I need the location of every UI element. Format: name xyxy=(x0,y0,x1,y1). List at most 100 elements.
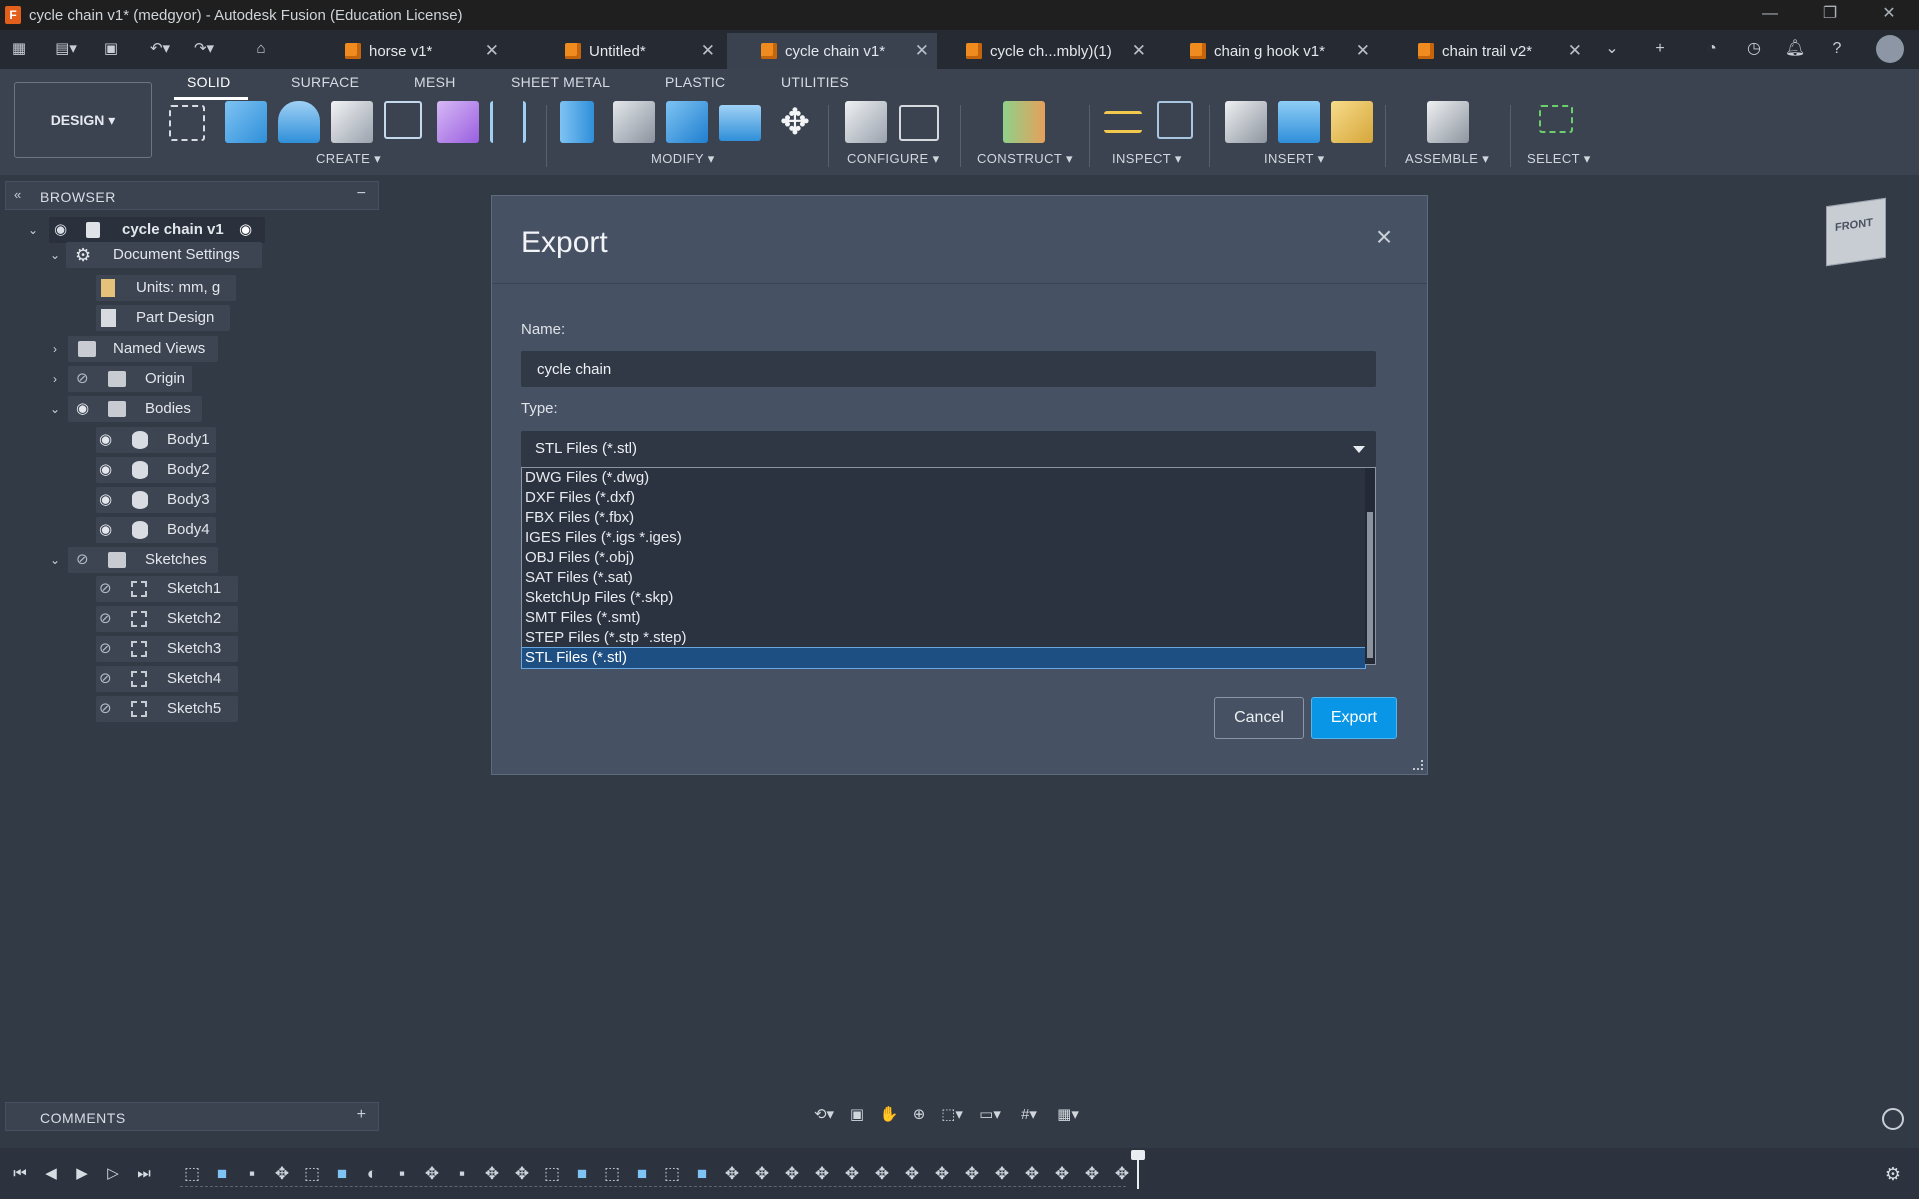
tab-cycle-chain-assembly[interactable]: cycle ch...mbly)(1) ✕ xyxy=(958,33,1154,69)
interference-icon[interactable] xyxy=(1157,101,1193,139)
notifications-icon[interactable]: 🔔︎ xyxy=(1784,38,1806,60)
timeline-move-feature-icon[interactable]: ✥ xyxy=(840,1162,864,1186)
tab-close-icon[interactable]: ✕ xyxy=(1356,41,1370,61)
tree-sketch[interactable]: Sketch2 xyxy=(167,606,221,632)
timeline-extrude-feature-icon[interactable]: ■ xyxy=(630,1162,654,1186)
tree-root-cycle-chain[interactable]: cycle chain v1 xyxy=(122,217,224,243)
minimize-button[interactable]: — xyxy=(1740,0,1800,30)
redo-icon[interactable]: ↷▾ xyxy=(186,38,222,60)
move-copy-icon[interactable]: ✥ xyxy=(774,101,816,143)
tree-sketch[interactable]: Sketch5 xyxy=(167,696,221,722)
tab-close-icon[interactable]: ✕ xyxy=(485,41,499,61)
pattern-icon[interactable] xyxy=(384,101,422,139)
display-mode-icon[interactable] xyxy=(1882,1108,1904,1130)
configuration-table-icon[interactable] xyxy=(899,105,939,141)
select-menu[interactable]: SELECT ▾ xyxy=(1527,151,1591,167)
restore-button[interactable]: ❐ xyxy=(1800,0,1860,30)
timeline-move-feature-icon[interactable]: ✥ xyxy=(810,1162,834,1186)
eye-icon[interactable]: ◉ xyxy=(99,487,112,513)
fillet-icon[interactable] xyxy=(613,101,655,143)
timeline-extrude-feature-icon[interactable]: ■ xyxy=(210,1162,234,1186)
timeline-move-feature-icon[interactable]: ✥ xyxy=(930,1162,954,1186)
chevron-down-icon[interactable]: ⌄ xyxy=(48,402,62,416)
chevron-down-icon[interactable]: ⌄ xyxy=(48,553,62,567)
timeline-move-feature-icon[interactable]: ✥ xyxy=(270,1162,294,1186)
eye-hidden-icon[interactable]: ⊘ xyxy=(99,666,112,692)
tree-sketch[interactable]: Sketch3 xyxy=(167,636,221,662)
fit-icon[interactable]: ⬚▾ xyxy=(937,1106,967,1124)
activate-radio-icon[interactable]: ◉ xyxy=(239,217,252,243)
timeline-point-feature-icon[interactable]: ▪ xyxy=(240,1162,264,1186)
tree-sketches[interactable]: Sketches xyxy=(145,547,207,573)
eye-icon[interactable]: ◉ xyxy=(99,427,112,453)
eye-hidden-icon[interactable]: ⊘ xyxy=(99,606,112,632)
home-icon[interactable]: ⌂ xyxy=(249,38,273,60)
tab-horse[interactable]: horse v1* ✕ xyxy=(337,33,507,69)
press-pull-icon[interactable] xyxy=(560,101,594,143)
export-button[interactable]: Export xyxy=(1311,697,1397,739)
timeline-sketch-feature-icon[interactable]: ⬚ xyxy=(660,1162,684,1186)
job-status-icon[interactable]: ◷ xyxy=(1743,38,1765,60)
close-icon[interactable]: × xyxy=(1371,223,1397,251)
eye-icon[interactable]: ◉ xyxy=(54,217,74,243)
timeline-move-feature-icon[interactable]: ✥ xyxy=(1050,1162,1074,1186)
timeline-hole-feature-icon[interactable]: ◐ xyxy=(360,1162,384,1186)
tab-close-icon[interactable]: ✕ xyxy=(701,41,715,61)
timeline-extrude-feature-icon[interactable]: ■ xyxy=(330,1162,354,1186)
tree-part-design[interactable]: Part Design xyxy=(136,305,214,331)
data-panel-icon[interactable]: ◔ xyxy=(1701,38,1723,60)
assemble-menu[interactable]: ASSEMBLE ▾ xyxy=(1405,151,1489,167)
minimize-panel-icon[interactable]: − xyxy=(357,185,366,203)
revolve-icon[interactable] xyxy=(278,101,320,143)
timeline-move-feature-icon[interactable]: ✥ xyxy=(960,1162,984,1186)
timeline-move-feature-icon[interactable]: ✥ xyxy=(1080,1162,1104,1186)
type-option-dwg[interactable]: DWG Files (*.dwg) xyxy=(522,468,1365,488)
type-option-obj[interactable]: OBJ Files (*.obj) xyxy=(522,548,1365,568)
collapse-panel-icon[interactable]: « xyxy=(14,187,21,202)
configure-menu[interactable]: CONFIGURE ▾ xyxy=(847,151,940,167)
grid-icon[interactable]: #▾ xyxy=(1014,1106,1044,1124)
timeline-move-feature-icon[interactable]: ✥ xyxy=(420,1162,444,1186)
tab-close-icon[interactable]: ✕ xyxy=(1568,41,1582,61)
type-option-sat[interactable]: SAT Files (*.sat) xyxy=(522,568,1365,588)
tree-sketch[interactable]: Sketch1 xyxy=(167,576,221,602)
step-forward-icon[interactable]: ▷ xyxy=(103,1164,123,1184)
measure-icon[interactable] xyxy=(1104,111,1142,133)
tree-document-settings[interactable]: Document Settings xyxy=(113,242,240,268)
close-window-button[interactable]: ✕ xyxy=(1859,0,1919,30)
construct-menu[interactable]: CONSTRUCT ▾ xyxy=(977,151,1073,167)
type-option-step[interactable]: STEP Files (*.stp *.step) xyxy=(522,628,1365,648)
insert-mesh-icon[interactable] xyxy=(1331,101,1373,143)
viewports-icon[interactable]: ▦▾ xyxy=(1051,1106,1085,1124)
look-at-icon[interactable]: ▣ xyxy=(847,1106,867,1124)
user-avatar[interactable] xyxy=(1876,35,1904,63)
tab-sheet-metal[interactable]: SHEET METAL xyxy=(511,74,610,90)
tab-close-icon[interactable]: ✕ xyxy=(915,41,929,61)
add-comment-icon[interactable]: + xyxy=(357,1106,366,1124)
timeline-point-feature-icon[interactable]: ▪ xyxy=(390,1162,414,1186)
tab-mesh[interactable]: MESH xyxy=(414,74,456,90)
timeline-move-feature-icon[interactable]: ✥ xyxy=(1110,1162,1134,1186)
tree-body[interactable]: Body3 xyxy=(167,487,210,513)
eye-icon[interactable]: ◉ xyxy=(76,396,89,422)
timeline-move-feature-icon[interactable]: ✥ xyxy=(780,1162,804,1186)
timeline-move-feature-icon[interactable]: ✥ xyxy=(900,1162,924,1186)
go-to-start-icon[interactable]: ⏮ xyxy=(10,1164,30,1184)
tab-close-icon[interactable]: ✕ xyxy=(1132,41,1146,61)
timeline-sketch-feature-icon[interactable]: ⬚ xyxy=(600,1162,624,1186)
timeline-move-feature-icon[interactable]: ✥ xyxy=(1020,1162,1044,1186)
view-cube[interactable]: FRONT xyxy=(1826,197,1886,267)
chevron-down-icon[interactable]: ⌄ xyxy=(26,223,40,237)
extrude-icon[interactable] xyxy=(225,101,267,143)
configure-rule-icon[interactable] xyxy=(845,101,887,143)
tree-body[interactable]: Body1 xyxy=(167,427,210,453)
tab-overflow-icon[interactable]: ⌄ xyxy=(1601,38,1623,60)
timeline-sketch-feature-icon[interactable]: ⬚ xyxy=(300,1162,324,1186)
chevron-right-icon[interactable]: › xyxy=(48,372,62,386)
insert-canvas-icon[interactable] xyxy=(1278,101,1320,143)
tree-named-views[interactable]: Named Views xyxy=(113,336,205,362)
eye-hidden-icon[interactable]: ⊘ xyxy=(76,366,89,392)
timeline-sketch-feature-icon[interactable]: ⬚ xyxy=(540,1162,564,1186)
timeline-extrude-feature-icon[interactable]: ■ xyxy=(570,1162,594,1186)
list-scrollbar[interactable] xyxy=(1365,468,1375,664)
